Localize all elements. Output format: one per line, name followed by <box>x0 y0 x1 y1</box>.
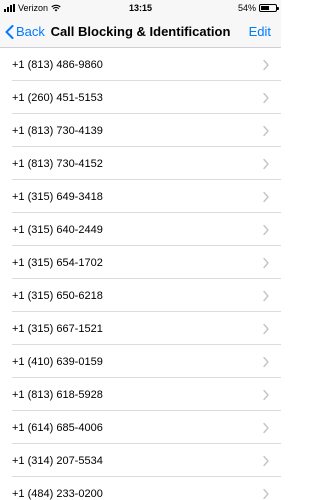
blocked-number-row[interactable]: +1 (315) 654-1702 <box>0 246 281 279</box>
battery-percent: 54% <box>237 3 256 13</box>
chevron-right-icon <box>263 257 269 268</box>
carrier-name: Verizon <box>18 3 49 13</box>
blocked-number-row[interactable]: +1 (813) 618-5928 <box>0 378 281 411</box>
blocked-number-row[interactable]: +1 (813) 730-4152 <box>0 147 281 180</box>
blocked-number-label: +1 (315) 654-1702 <box>12 256 103 269</box>
chevron-left-icon <box>5 24 14 39</box>
blocked-number-row[interactable]: +1 (484) 233-0200 <box>0 477 281 500</box>
chevron-right-icon <box>263 323 269 334</box>
back-button-label: Back <box>16 24 45 39</box>
blocked-number-row[interactable]: +1 (315) 640-2449 <box>0 213 281 246</box>
blocked-number-label: +1 (315) 650-6218 <box>12 289 103 302</box>
blocked-number-label: +1 (813) 486-9860 <box>12 58 103 71</box>
chevron-right-icon <box>263 422 269 433</box>
chevron-right-icon <box>263 290 269 301</box>
blocked-number-row[interactable]: +1 (813) 730-4139 <box>0 114 281 147</box>
blocked-number-label: +1 (614) 685-4006 <box>12 421 103 434</box>
chevron-right-icon <box>263 224 269 235</box>
chevron-right-icon <box>263 92 269 103</box>
chevron-right-icon <box>263 389 269 400</box>
blocked-number-label: +1 (813) 618-5928 <box>12 388 103 401</box>
chevron-right-icon <box>263 191 269 202</box>
blocked-number-label: +1 (260) 451-5153 <box>12 91 103 104</box>
chevron-right-icon <box>263 356 269 367</box>
chevron-right-icon <box>263 59 269 70</box>
blocked-number-label: +1 (410) 639-0159 <box>12 355 103 368</box>
chevron-right-icon <box>263 125 269 136</box>
navigation-bar: Back Call Blocking & Identification Edit <box>0 16 281 48</box>
blocked-number-label: +1 (813) 730-4152 <box>12 157 103 170</box>
blocked-number-row[interactable]: +1 (314) 207-5534 <box>0 444 281 477</box>
blocked-number-row[interactable]: +1 (315) 667-1521 <box>0 312 281 345</box>
status-bar: Verizon 13:15 54% <box>0 0 281 16</box>
chevron-right-icon <box>263 455 269 466</box>
blocked-number-row[interactable]: +1 (315) 649-3418 <box>0 180 281 213</box>
blocked-number-row[interactable]: +1 (813) 486-9860 <box>0 48 281 81</box>
blocked-numbers-list: +1 (813) 486-9860 +1 (260) 451-5153 +1 (81… <box>0 48 281 500</box>
battery-icon <box>259 4 279 12</box>
cellular-signal-icon <box>4 4 15 12</box>
blocked-number-label: +1 (813) 730-4139 <box>12 124 103 137</box>
blocked-number-row[interactable]: +1 (260) 451-5153 <box>0 81 281 114</box>
chevron-right-icon <box>263 158 269 169</box>
wifi-icon <box>51 4 61 12</box>
status-left: Verizon <box>4 3 141 13</box>
blocked-number-label: +1 (315) 649-3418 <box>12 190 103 203</box>
back-button[interactable]: Back <box>0 24 45 39</box>
edit-button[interactable]: Edit <box>249 24 271 39</box>
chevron-right-icon <box>263 488 269 499</box>
blocked-number-row[interactable]: +1 (315) 650-6218 <box>0 279 281 312</box>
blocked-number-label: +1 (484) 233-0200 <box>12 487 103 500</box>
blocked-number-label: +1 (314) 207-5534 <box>12 454 103 467</box>
blocked-number-label: +1 (315) 640-2449 <box>12 223 103 236</box>
blocked-number-label: +1 (315) 667-1521 <box>12 322 103 335</box>
battery-fill <box>261 6 269 10</box>
blocked-number-row[interactable]: +1 (410) 639-0159 <box>0 345 281 378</box>
status-right: 54% <box>141 3 279 13</box>
screen: Verizon 13:15 54% Back Call Blocking & I… <box>0 0 281 500</box>
blocked-number-row[interactable]: +1 (614) 685-4006 <box>0 411 281 444</box>
